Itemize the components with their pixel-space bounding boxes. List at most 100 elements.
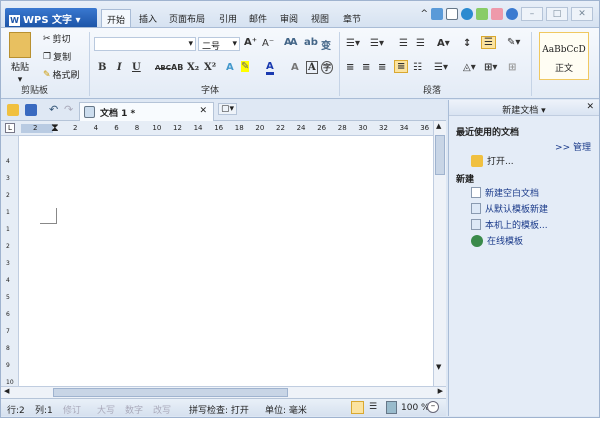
outline-view-icon[interactable]: ☰ <box>369 402 377 412</box>
style-normal[interactable]: AaBbCcD 正文 <box>539 32 589 80</box>
help-icon[interactable] <box>506 8 518 20</box>
compass-icon[interactable] <box>461 8 473 20</box>
maximize-button[interactable]: □ <box>546 7 568 21</box>
underline-button[interactable]: U <box>132 62 141 73</box>
h-scroll-thumb[interactable] <box>53 388 288 397</box>
home-icon[interactable] <box>446 8 458 20</box>
copy-button[interactable]: ❐ 复制 <box>43 50 71 64</box>
open-folder-icon[interactable] <box>7 104 19 116</box>
italic-button[interactable]: I <box>117 62 122 73</box>
strikethrough-button[interactable]: ABC <box>155 64 171 72</box>
tab-insert[interactable]: 插入 <box>134 9 162 27</box>
vertical-scrollbar[interactable]: ▲ ▼ <box>433 121 446 386</box>
char-shading-icon[interactable]: A <box>291 62 299 73</box>
scroll-left-icon[interactable]: ◀ <box>4 387 9 395</box>
document-page[interactable] <box>19 136 433 386</box>
paste-button[interactable]: 粘贴 ▾ <box>9 32 31 85</box>
tab-home[interactable]: 开始 <box>101 9 132 27</box>
open-link[interactable]: 打开... <box>471 154 514 167</box>
tab-mail[interactable]: 邮件 <box>244 9 272 27</box>
bold-button[interactable]: B <box>98 62 106 73</box>
text-effect-icon[interactable]: A <box>226 62 234 73</box>
change-case-icon[interactable]: 变 <box>321 37 331 52</box>
close-tab-icon[interactable]: ✕ <box>199 106 207 116</box>
font-size-select[interactable]: 二号 ▾ <box>198 37 240 52</box>
vertical-ruler[interactable]: 4 3 2 1 1 2 3 4 5 6 7 8 9 10 <box>1 136 19 386</box>
manage-link[interactable]: >> 管理 <box>555 140 591 153</box>
double-strikethrough-button[interactable]: AB <box>171 63 183 72</box>
task-pane-title[interactable]: 新建文档 <box>502 106 538 116</box>
cut-button[interactable]: ✂ 剪切 <box>43 32 71 46</box>
skin-icon[interactable] <box>476 8 488 20</box>
new-from-default-template[interactable]: 从默认模板新建 <box>471 202 548 215</box>
scroll-up-icon[interactable]: ▲ <box>436 122 441 130</box>
tab-section[interactable]: 章节 <box>338 9 366 27</box>
status-unit[interactable]: 单位: 毫米 <box>265 403 307 416</box>
tab-review[interactable]: 审阅 <box>275 9 303 27</box>
ruler-tick-label: 8 <box>134 124 140 132</box>
zoom-out-icon[interactable]: – <box>427 401 439 413</box>
shrink-font-icon[interactable]: A⁻ <box>262 38 274 49</box>
align-center-icon[interactable]: ≡ <box>362 62 370 73</box>
wps-logo-icon: W <box>9 15 20 26</box>
new-blank-document[interactable]: 新建空白文档 <box>471 186 539 199</box>
enclose-char-icon[interactable]: 字 <box>321 61 333 74</box>
numbering-icon[interactable]: ☰▾ <box>370 38 384 49</box>
font-color-icon[interactable]: A <box>266 61 274 75</box>
shading-icon[interactable]: ◬▾ <box>463 62 476 73</box>
ruler-tick-label: 1 <box>6 226 10 233</box>
font-name-select[interactable]: ▾ <box>94 37 196 51</box>
clear-format-icon[interactable]: Ꜳ <box>284 37 298 48</box>
document-tab[interactable]: 文档 1 * ✕ <box>79 102 214 121</box>
line-spacing-icon[interactable]: ☰▾ <box>434 62 448 73</box>
close-button[interactable]: ✕ <box>571 7 593 21</box>
save-icon[interactable] <box>25 104 37 116</box>
decrease-indent-icon[interactable]: ☰ <box>399 38 408 49</box>
scroll-thumb[interactable] <box>435 135 445 175</box>
undo-icon[interactable]: ↶ <box>49 103 58 116</box>
indent-marker-icon[interactable]: ⧗ <box>51 121 59 135</box>
char-spacing-icon[interactable]: A▾ <box>437 38 450 49</box>
collapse-ribbon-icon[interactable]: ^ <box>420 9 428 19</box>
close-pane-icon[interactable]: ✕ <box>586 102 594 112</box>
paragraph-marks-icon[interactable]: ☰ <box>481 36 496 49</box>
highlight-icon[interactable]: ✎ <box>241 61 250 72</box>
tab-stop-selector[interactable]: L <box>5 123 15 133</box>
sort-icon[interactable]: ✎▾ <box>507 37 520 48</box>
justify-icon[interactable]: ≡ <box>394 60 409 73</box>
show-marks-icon[interactable]: ↕ <box>463 38 471 49</box>
superscript-button[interactable]: X² <box>204 62 216 73</box>
increase-indent-icon[interactable]: ☰ <box>416 38 425 49</box>
subscript-button[interactable]: X₂ <box>187 62 199 73</box>
user-icon[interactable] <box>491 8 503 20</box>
status-overwrite[interactable]: 改写 <box>153 403 171 416</box>
redo-icon[interactable]: ↷ <box>64 103 73 116</box>
horizontal-ruler[interactable]: L ⧗ 2 2 4 6 8 10 12 14 16 18 20 22 24 26 28 30 32 34 36 <box>1 121 446 136</box>
table-icon[interactable]: ⊞ <box>508 62 516 73</box>
tab-page-layout[interactable]: 页面布局 <box>164 9 210 27</box>
char-border-icon[interactable]: A <box>306 61 318 74</box>
grow-font-icon[interactable]: A⁺ <box>244 37 257 48</box>
distribute-icon[interactable]: ☷ <box>413 62 422 73</box>
status-revise[interactable]: 修订 <box>63 403 81 416</box>
tab-view[interactable]: 视图 <box>306 9 334 27</box>
new-tab-button[interactable]: ▢▾ <box>218 103 238 115</box>
align-right-icon[interactable]: ≡ <box>378 62 386 73</box>
online-templates[interactable]: 在线模板 <box>471 234 523 247</box>
scroll-right-icon[interactable]: ▶ <box>438 387 443 395</box>
status-spell-check[interactable]: 拼写检查: 打开 <box>189 403 249 416</box>
web-view-icon[interactable] <box>386 401 397 414</box>
tab-references[interactable]: 引用 <box>214 9 242 27</box>
scroll-down-icon[interactable]: ▼ <box>436 363 441 371</box>
align-left-icon[interactable]: ≡ <box>346 62 354 73</box>
local-templates[interactable]: 本机上的模板... <box>471 218 548 231</box>
minimize-button[interactable]: – <box>521 7 543 21</box>
bullets-icon[interactable]: ☰▾ <box>346 38 360 49</box>
wps-menu-button[interactable]: W WPS 文字 ▾ <box>5 8 97 27</box>
horizontal-scrollbar[interactable]: ◀ ▶ <box>1 386 446 398</box>
format-painter-button[interactable]: ✎ 格式刷 <box>43 68 80 82</box>
phonetic-icon[interactable]: ab <box>304 37 318 48</box>
page-view-icon[interactable] <box>351 401 364 414</box>
borders-icon[interactable]: ⊞▾ <box>484 62 497 73</box>
window-switch-icon[interactable] <box>431 8 443 20</box>
